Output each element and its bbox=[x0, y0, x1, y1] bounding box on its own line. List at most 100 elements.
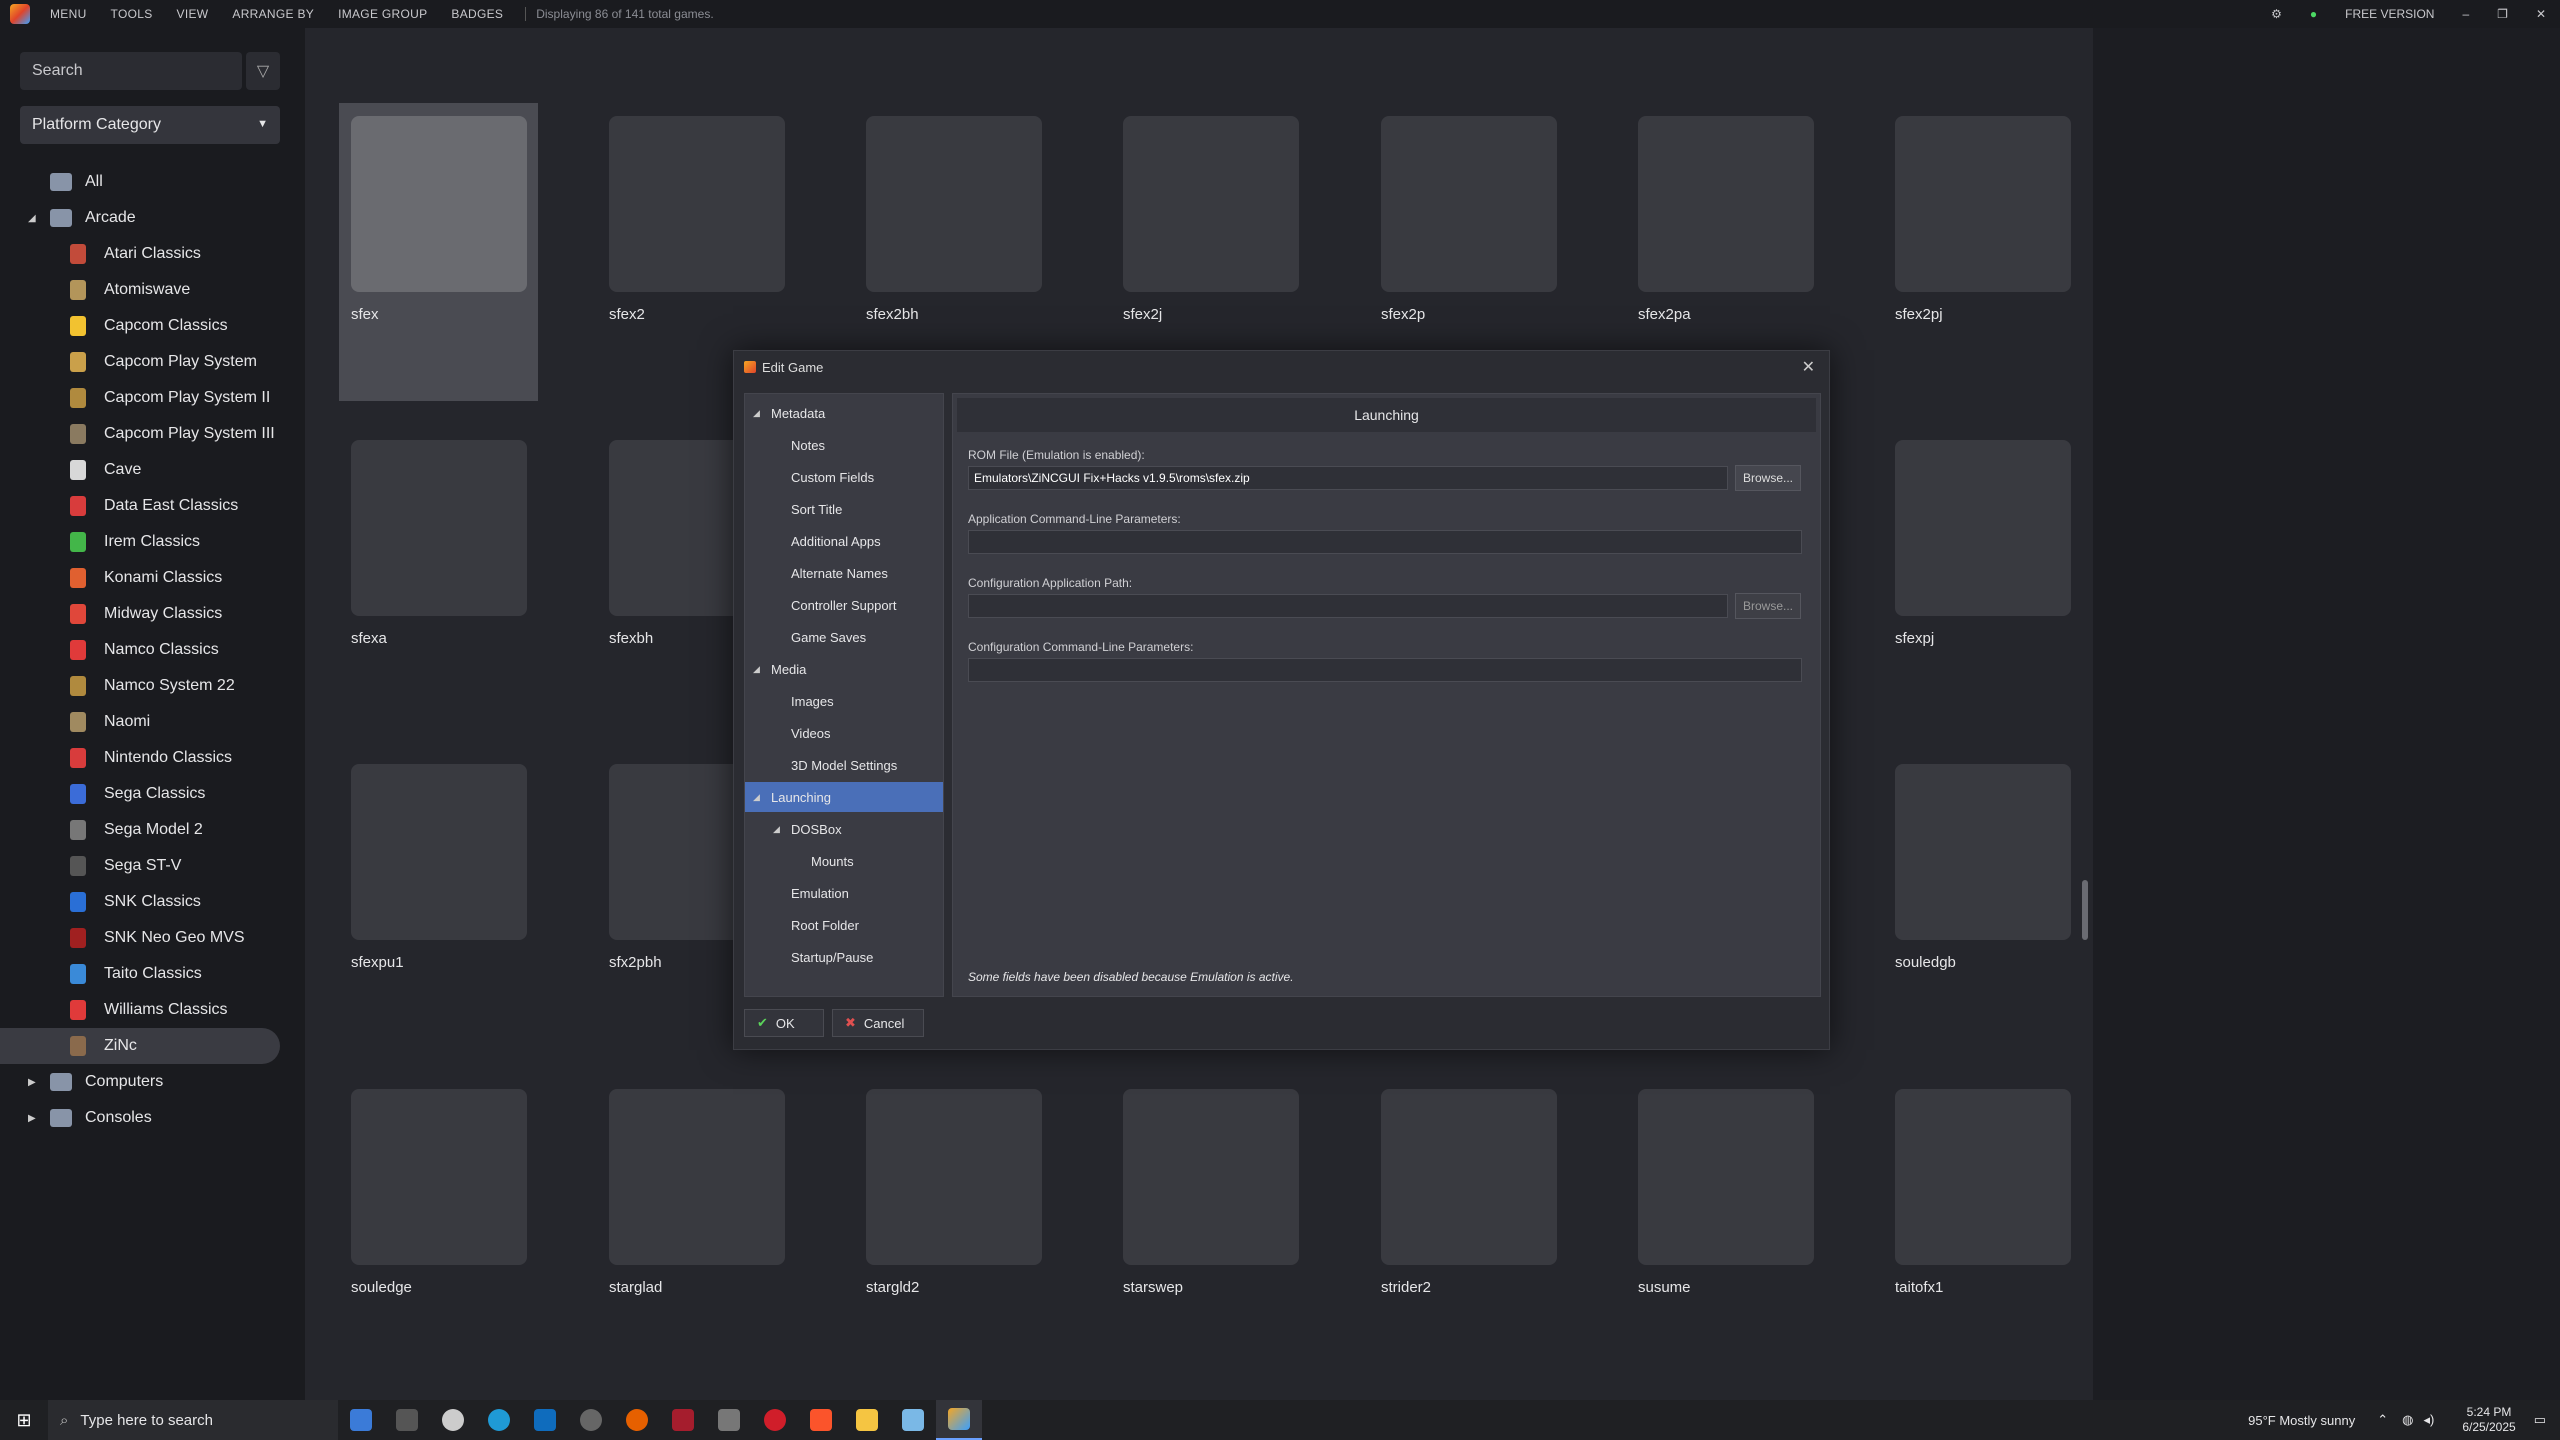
ok-button[interactable]: ✔ OK bbox=[744, 1009, 824, 1037]
firefox-icon[interactable] bbox=[614, 1400, 660, 1440]
sidebar-item-atari-classics[interactable]: Atari Classics bbox=[0, 236, 305, 272]
clock[interactable]: 5:24 PM 6/25/2025 bbox=[2462, 1405, 2515, 1435]
dialog-tree-item-game-saves[interactable]: Game Saves bbox=[745, 622, 943, 652]
menu-menu[interactable]: MENU bbox=[50, 7, 87, 21]
minimize-button[interactable]: – bbox=[2462, 7, 2469, 21]
game-tile[interactable]: sfex bbox=[351, 116, 527, 323]
sidebar-item-nintendo-classics[interactable]: Nintendo Classics bbox=[0, 740, 305, 776]
game-tile[interactable]: sfexpu1 bbox=[351, 764, 527, 971]
tray-chevron-icon[interactable]: ⌃ bbox=[2377, 1412, 2388, 1428]
rom-browse-button[interactable]: Browse... bbox=[1735, 465, 1801, 491]
game-tile[interactable]: sfexpj bbox=[1895, 440, 2071, 647]
grid-scrollbar[interactable] bbox=[2082, 880, 2088, 940]
game-tile[interactable]: sfex2pa bbox=[1638, 116, 1814, 323]
settings-icon[interactable] bbox=[706, 1400, 752, 1440]
sidebar-item-capcom-play-system-iii[interactable]: Capcom Play System III bbox=[0, 416, 305, 452]
game-tile[interactable]: sfex2p bbox=[1381, 116, 1557, 323]
outlook-icon[interactable] bbox=[522, 1400, 568, 1440]
dialog-close-icon[interactable]: ✕ bbox=[1802, 357, 1815, 377]
sidebar-item-capcom-play-system[interactable]: Capcom Play System bbox=[0, 344, 305, 380]
sidebar-item-namco-classics[interactable]: Namco Classics bbox=[0, 632, 305, 668]
dialog-tree-item-root-folder[interactable]: Root Folder bbox=[745, 910, 943, 940]
sidebar-item-sega-classics[interactable]: Sega Classics bbox=[0, 776, 305, 812]
menu-arrange-by[interactable]: ARRANGE BY bbox=[232, 7, 314, 21]
tree-expand-arrow-icon[interactable]: ◢ bbox=[753, 408, 760, 419]
game-app-icon[interactable] bbox=[660, 1400, 706, 1440]
game-tile[interactable]: sfexa bbox=[351, 440, 527, 647]
sidebar-item-data-east-classics[interactable]: Data East Classics bbox=[0, 488, 305, 524]
chrome-icon[interactable] bbox=[430, 1400, 476, 1440]
sidebar-item-all[interactable]: All bbox=[0, 164, 305, 200]
game-tile[interactable]: sfex2 bbox=[609, 116, 785, 323]
search-input[interactable]: Search bbox=[20, 52, 242, 90]
dialog-tree-item-notes[interactable]: Notes bbox=[745, 430, 943, 460]
sidebar-item-sega-model-2[interactable]: Sega Model 2 bbox=[0, 812, 305, 848]
dialog-tree-item-sort-title[interactable]: Sort Title bbox=[745, 494, 943, 524]
menu-tools[interactable]: TOOLS bbox=[111, 7, 153, 21]
sidebar-item-cave[interactable]: Cave bbox=[0, 452, 305, 488]
tree-expand-arrow-icon[interactable]: ◢ bbox=[753, 664, 760, 675]
sidebar-item-capcom-classics[interactable]: Capcom Classics bbox=[0, 308, 305, 344]
sidebar-item-zinc[interactable]: ZiNc bbox=[0, 1028, 280, 1064]
dialog-tree-item-launching[interactable]: ◢ Launching bbox=[745, 782, 943, 812]
sidebar-item-computers[interactable]: ▶ Computers bbox=[0, 1064, 305, 1100]
sidebar-item-taito-classics[interactable]: Taito Classics bbox=[0, 956, 305, 992]
dialog-tree-item-videos[interactable]: Videos bbox=[745, 718, 943, 748]
game-tile[interactable]: stargld2 bbox=[866, 1089, 1042, 1296]
filter-icon[interactable]: ▽ bbox=[246, 52, 280, 90]
edge-icon[interactable] bbox=[476, 1400, 522, 1440]
sidebar-item-naomi[interactable]: Naomi bbox=[0, 704, 305, 740]
dialog-tree-item-dosbox[interactable]: ◢ DOSBox bbox=[745, 814, 943, 844]
expand-arrow-open-icon[interactable]: ◢ bbox=[28, 213, 36, 224]
game-tile[interactable]: souledgb bbox=[1895, 764, 2071, 971]
opera-icon[interactable] bbox=[752, 1400, 798, 1440]
platform-category-select[interactable]: Platform Category ▼ bbox=[20, 106, 280, 144]
notification-icon[interactable]: ● bbox=[2310, 7, 2317, 21]
close-button[interactable]: ✕ bbox=[2536, 7, 2546, 21]
dialog-tree-item-custom-fields[interactable]: Custom Fields bbox=[745, 462, 943, 492]
game-tile[interactable]: sfex2pj bbox=[1895, 116, 2071, 323]
game-tile[interactable]: sfex2bh bbox=[866, 116, 1042, 323]
dialog-tree-item-emulation[interactable]: Emulation bbox=[745, 878, 943, 908]
mame-icon[interactable] bbox=[384, 1400, 430, 1440]
cancel-button[interactable]: ✖ Cancel bbox=[832, 1009, 924, 1037]
notifications-icon[interactable]: ▭ bbox=[2534, 1412, 2546, 1428]
network-icon[interactable]: ◍ bbox=[2402, 1412, 2413, 1428]
dialog-tree-item-controller-support[interactable]: Controller Support bbox=[745, 590, 943, 620]
config-browse-button[interactable]: Browse... bbox=[1735, 593, 1801, 619]
config-params-input[interactable] bbox=[968, 658, 1802, 682]
sidebar-item-namco-system-22[interactable]: Namco System 22 bbox=[0, 668, 305, 704]
sidebar-item-capcom-play-system-ii[interactable]: Capcom Play System II bbox=[0, 380, 305, 416]
sidebar-item-atomiswave[interactable]: Atomiswave bbox=[0, 272, 305, 308]
weather-widget[interactable]: 95°F Mostly sunny bbox=[2248, 1413, 2355, 1428]
sidebar-item-midway-classics[interactable]: Midway Classics bbox=[0, 596, 305, 632]
sliders-icon[interactable]: ⚙ bbox=[2271, 7, 2282, 21]
dialog-tree-item-metadata[interactable]: ◢ Metadata bbox=[745, 398, 943, 428]
sidebar-item-williams-classics[interactable]: Williams Classics bbox=[0, 992, 305, 1028]
expand-arrow-closed-icon[interactable]: ▶ bbox=[28, 1077, 36, 1088]
sidebar-item-arcade[interactable]: ◢ Arcade bbox=[0, 200, 305, 236]
game-tile[interactable]: susume bbox=[1638, 1089, 1814, 1296]
dialog-tree-item-3d-model-settings[interactable]: 3D Model Settings bbox=[745, 750, 943, 780]
rom-file-input[interactable]: Emulators\ZiNCGUI Fix+Hacks v1.9.5\roms\… bbox=[968, 466, 1728, 490]
menu-view[interactable]: VIEW bbox=[177, 7, 209, 21]
dialog-tree-item-alternate-names[interactable]: Alternate Names bbox=[745, 558, 943, 588]
launchbox-taskbar-icon[interactable] bbox=[936, 1400, 982, 1440]
game-tile[interactable]: taitofx1 bbox=[1895, 1089, 2071, 1296]
taskbar-search[interactable]: ⌕ Type here to search bbox=[48, 1400, 338, 1440]
dialog-tree-item-media[interactable]: ◢ Media bbox=[745, 654, 943, 684]
brave-icon[interactable] bbox=[798, 1400, 844, 1440]
sidebar-item-snk-classics[interactable]: SNK Classics bbox=[0, 884, 305, 920]
tree-expand-arrow-icon[interactable]: ◢ bbox=[753, 792, 760, 803]
tree-expand-arrow-icon[interactable]: ◢ bbox=[773, 824, 780, 835]
expand-arrow-closed-icon[interactable]: ▶ bbox=[28, 1113, 36, 1124]
sidebar-item-sega-st-v[interactable]: Sega ST-V bbox=[0, 848, 305, 884]
sidebar-item-konami-classics[interactable]: Konami Classics bbox=[0, 560, 305, 596]
copilot-icon[interactable] bbox=[338, 1400, 384, 1440]
file-explorer-icon[interactable] bbox=[844, 1400, 890, 1440]
menu-badges[interactable]: BADGES bbox=[451, 7, 503, 21]
sidebar-item-consoles[interactable]: ▶ Consoles bbox=[0, 1100, 305, 1136]
volume-icon[interactable]: ◂) bbox=[2423, 1412, 2434, 1428]
dialog-tree-item-additional-apps[interactable]: Additional Apps bbox=[745, 526, 943, 556]
menu-image-group[interactable]: IMAGE GROUP bbox=[338, 7, 427, 21]
